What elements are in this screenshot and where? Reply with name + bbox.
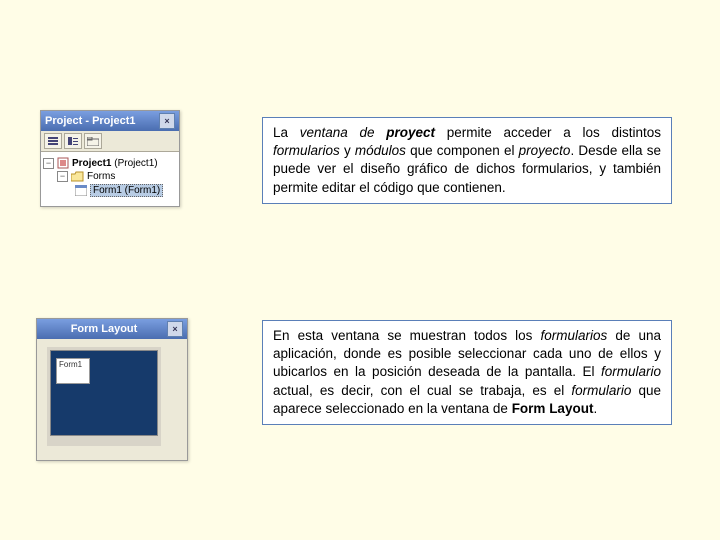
form-preview[interactable]: Form1 — [56, 358, 90, 384]
folder-icon[interactable] — [84, 133, 102, 149]
description-formlayout: En esta ventana se muestran todos los fo… — [262, 320, 672, 425]
monitor-icon: Form1 — [47, 347, 161, 446]
expander-icon[interactable]: − — [43, 158, 54, 169]
expander-icon[interactable]: − — [57, 171, 68, 182]
view-details-icon[interactable] — [64, 133, 82, 149]
tree-item[interactable]: Form1 (Form1) — [43, 183, 177, 198]
formlayout-titlebar[interactable]: Form Layout × — [37, 319, 187, 339]
project-tree: − Project1 (Project1) − Forms Form1 (For… — [41, 152, 179, 206]
description-project: La ventana de proyect permite acceder a … — [262, 117, 672, 204]
tree-item-label: Form1 (Form1) — [90, 184, 163, 197]
project-title: Project - Project1 — [45, 115, 159, 127]
tree-folder[interactable]: − Forms — [43, 170, 177, 183]
formlayout-title: Form Layout — [41, 323, 167, 335]
tree-root-label: Project1 (Project1) — [72, 158, 158, 169]
formlayout-body: Form1 — [37, 339, 187, 460]
project-toolbar — [41, 131, 179, 152]
close-icon[interactable]: × — [167, 321, 183, 337]
form-icon — [75, 185, 87, 196]
folder-open-icon — [71, 171, 84, 182]
close-icon[interactable]: × — [159, 113, 175, 129]
formlayout-window: Form Layout × Form1 — [36, 318, 188, 461]
tree-root[interactable]: − Project1 (Project1) — [43, 156, 177, 170]
project-titlebar[interactable]: Project - Project1 × — [41, 111, 179, 131]
tree-folder-label: Forms — [87, 171, 115, 182]
project-icon — [57, 157, 69, 169]
project-window: Project - Project1 × − Project1 (Project… — [40, 110, 180, 207]
view-list-icon[interactable] — [44, 133, 62, 149]
